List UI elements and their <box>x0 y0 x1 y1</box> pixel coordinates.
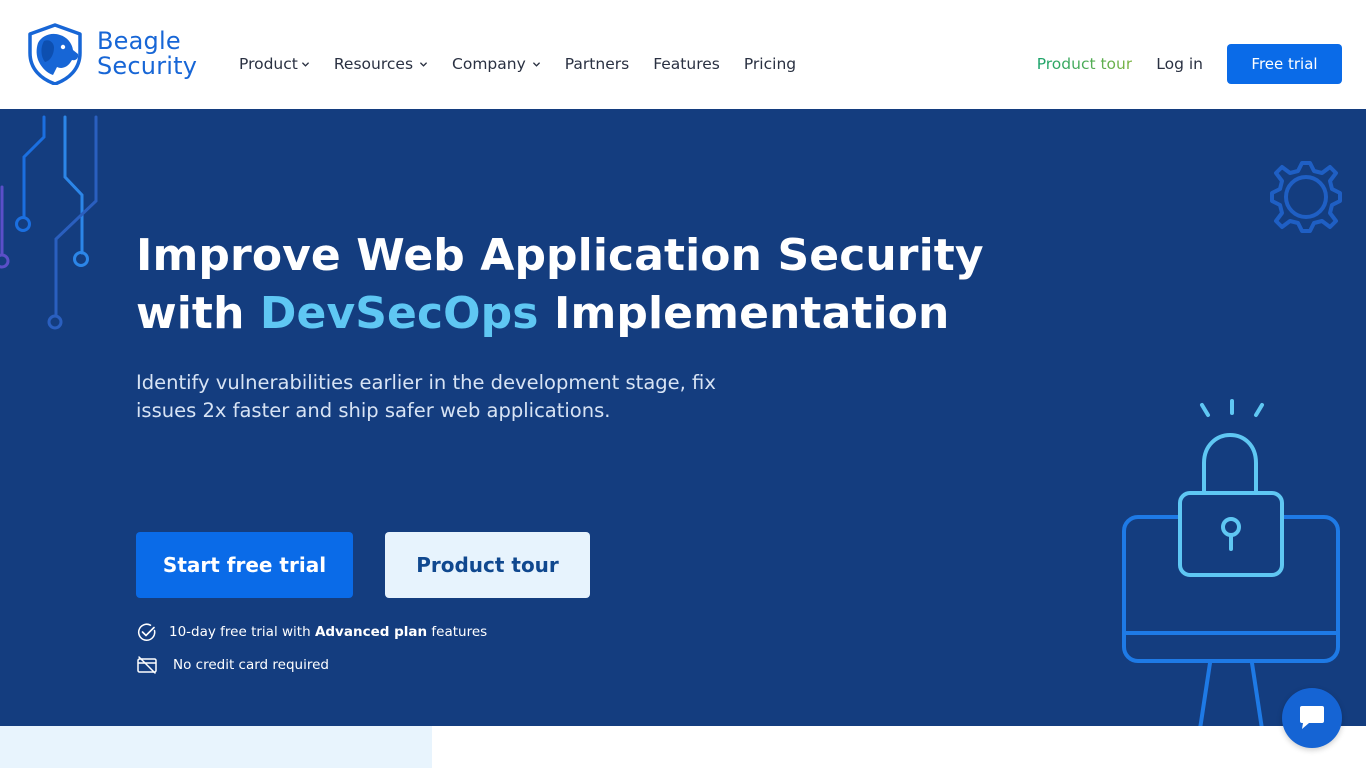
nav-company[interactable]: Company <box>452 55 541 73</box>
hero-title-line-1: Improve Web Application Security <box>136 230 984 281</box>
login-link[interactable]: Log in <box>1156 55 1203 73</box>
feature-free-trial: 10-day free trial with Advanced plan fea… <box>136 621 487 643</box>
hero-title-accent: DevSecOps <box>259 288 539 339</box>
bottom-strip-right <box>432 726 1366 768</box>
feature-free-trial-plan: Advanced plan <box>314 624 428 640</box>
product-tour-button[interactable]: Product tour <box>385 532 590 598</box>
product-tour-link[interactable]: Product tour <box>1037 55 1133 73</box>
start-free-trial-button[interactable]: Start free trial <box>136 532 353 598</box>
no-credit-card-icon <box>137 656 157 674</box>
chat-button[interactable] <box>1282 688 1342 748</box>
nav-pricing-label: Pricing <box>743 55 797 73</box>
free-trial-button[interactable]: Free trial <box>1227 44 1342 84</box>
nav-features[interactable]: Features <box>653 55 720 73</box>
nav-features-label: Features <box>653 55 720 73</box>
feature-no-card: No credit card required <box>136 654 329 676</box>
logo-link[interactable]: Beagle Security <box>26 23 197 87</box>
beagle-logo-icon <box>28 23 82 85</box>
logo-line-2: Security <box>97 52 198 80</box>
main-nav: Product Resources Company Partners Featu… <box>239 52 820 76</box>
nav-pricing[interactable]: Pricing <box>744 55 796 73</box>
logo-wordmark: Beagle Security <box>97 29 197 79</box>
hero-title-line-2: with DevSecOps Implementation <box>136 285 949 343</box>
nav-product[interactable]: Product <box>239 55 310 73</box>
chevron-down-icon <box>301 61 309 67</box>
hero-title-rest: Implementation <box>538 288 950 339</box>
logo-line-1: Beagle <box>97 27 181 55</box>
hero-subtitle: Identify vulnerabilities earlier in the … <box>136 371 716 422</box>
nav-partners-label: Partners <box>564 55 630 73</box>
feature-free-trial-text: 10-day free trial with Advanced plan fea… <box>169 624 487 640</box>
circuit-decoration-icon <box>0 115 98 330</box>
nav-partners[interactable]: Partners <box>565 55 629 73</box>
header-actions: Product tour Log in Free trial <box>1037 44 1342 84</box>
nav-resources-label: Resources <box>333 55 414 73</box>
chevron-down-icon <box>420 61 427 67</box>
check-circle-icon <box>137 623 156 641</box>
hero-section: Improve Web Application Security with De… <box>0 109 1366 726</box>
chevron-down-icon <box>532 61 540 67</box>
nav-resources[interactable]: Resources <box>334 55 428 73</box>
gear-icon <box>1270 161 1342 233</box>
nav-company-label: Company <box>452 55 526 73</box>
feature-free-trial-post: features <box>427 624 488 640</box>
nav-product-label: Product <box>239 55 298 73</box>
lock-monitor-icon <box>1122 399 1340 726</box>
chat-bubble-icon <box>1300 706 1324 729</box>
feature-no-card-text: No credit card required <box>173 657 329 673</box>
bottom-strip-left <box>0 726 432 768</box>
site-header: Beagle Security Product Resources Compan… <box>0 0 1366 109</box>
hero-title: Improve Web Application Security with De… <box>136 227 984 343</box>
hero-title-with: with <box>136 288 260 339</box>
feature-free-trial-pre: 10-day free trial with <box>169 624 315 640</box>
